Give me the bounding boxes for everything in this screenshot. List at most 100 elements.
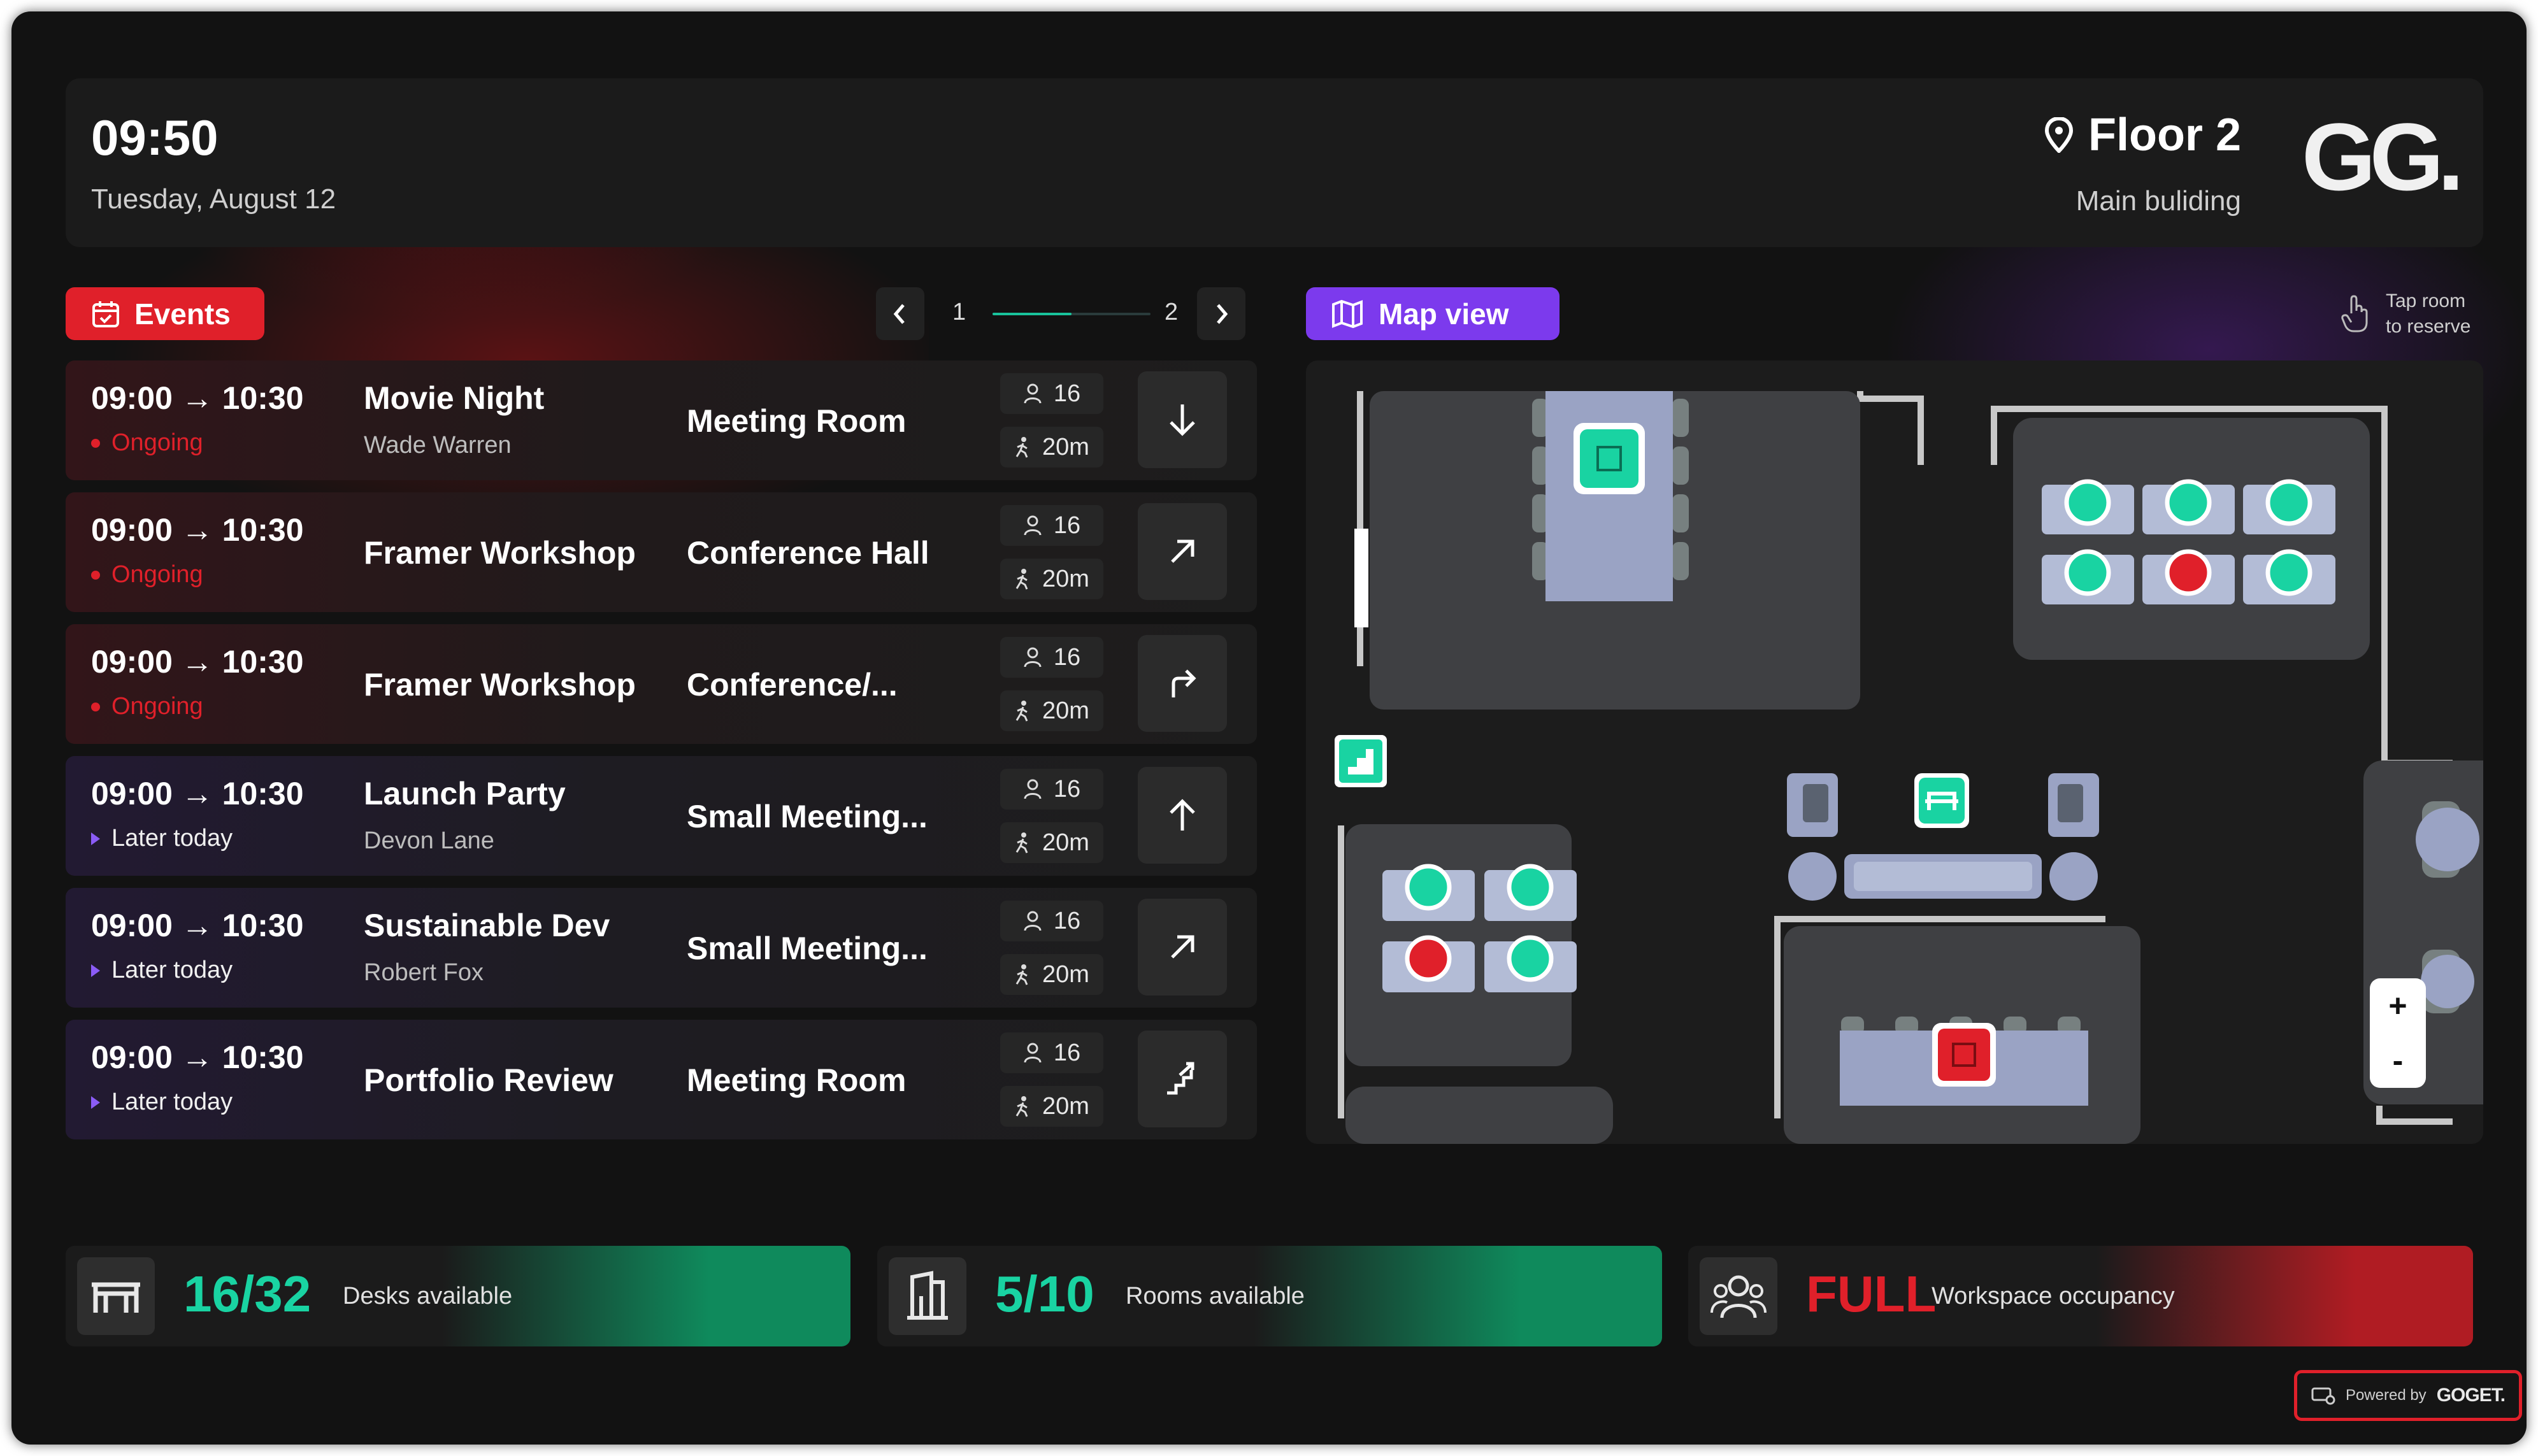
walking-icon [1015,701,1028,722]
event-row[interactable]: 09:00 → 10:30 Ongoing Movie Night Wade W… [66,360,1257,480]
status-triangle-icon [91,964,100,977]
pager-total-pages: 2 [1165,299,1179,325]
event-time: 09:00 → 10:30 [91,776,304,811]
event-status-label: Ongoing [111,693,203,720]
event-status-label: Ongoing [111,561,203,588]
event-host: Wade Warren [364,432,512,459]
event-title: Launch Party [364,776,566,811]
directions-button[interactable] [1138,767,1227,864]
event-status-label: Later today [111,1088,233,1115]
event-capacity-value: 16 [1053,511,1081,539]
chevron-left-icon [893,303,905,324]
previous-page-button[interactable] [876,287,924,340]
event-capacity: 16 [1000,1032,1103,1073]
event-time: 09:00 → 10:30 [91,380,304,416]
event-row[interactable]: 09:00 → 10:30 Later today Launch Party D… [66,756,1257,876]
directions-button[interactable] [1138,899,1227,996]
directions-button[interactable] [1138,371,1227,468]
arrow-up-right-icon [1171,935,1194,959]
status-dot-icon [91,702,100,711]
desks-available-value: 16/32 [183,1266,312,1322]
lounge-area[interactable] [1787,773,2099,901]
building-name: Main buliding [2076,185,2241,217]
event-walk-value: 20m [1042,1092,1089,1120]
event-host: Robert Fox [364,959,484,986]
map-view-tab[interactable]: Map view [1306,287,1559,340]
floor-map[interactable]: + - [1306,360,2483,1144]
workspace-occupancy-label: Workspace occupancy [1932,1283,2175,1310]
turn-right-icon [1172,669,1196,697]
people-icon [1700,1257,1777,1335]
arrow-up-right-icon [1171,539,1194,563]
status-dot-icon [91,570,100,580]
desk-icon [77,1257,155,1335]
chevron-right-icon [1217,303,1228,324]
tap-to-reserve-hint: Tap room to reserve [2340,289,2470,339]
header-bar: 09:50 Tuesday, August 12 Floor 2 Main bu… [66,78,2483,247]
directions-button[interactable] [1138,503,1227,600]
person-icon [1024,647,1042,667]
event-capacity-value: 16 [1053,1039,1081,1066]
person-icon [1024,779,1042,799]
tap-hint-line2: to reserve [2386,316,2471,337]
event-capacity-value: 16 [1053,907,1081,934]
zoom-out-button[interactable]: - [2370,1033,2426,1088]
desk-cluster-top[interactable] [2013,418,2370,660]
powered-by-badge[interactable]: Powered by GOGET. [2294,1370,2522,1421]
event-time: 09:00 → 10:30 [91,1039,304,1075]
event-walk-value: 20m [1042,697,1089,724]
event-status: Ongoing [91,429,203,457]
event-status: Ongoing [91,561,203,589]
hand-tap-icon [2341,295,2368,332]
event-capacity: 16 [1000,901,1103,941]
event-walk-time: 20m [1000,427,1103,467]
workspace-occupancy-stat: FULL Workspace occupancy [1688,1246,2473,1346]
arrow-up-icon [1170,799,1195,831]
current-date: Tuesday, August 12 [91,183,336,215]
event-status-label: Later today [111,825,233,852]
rooms-available-value: 5/10 [995,1266,1094,1322]
pager-progress-fill [993,313,1072,315]
arrow-down-icon [1170,404,1195,436]
stairs-up-icon [1167,1062,1194,1095]
event-row[interactable]: 09:00 → 10:30 Later today Sustainable De… [66,888,1257,1008]
map-view-tab-label: Map view [1379,297,1509,331]
floor-name: Floor 2 [2088,110,2241,161]
event-walk-time: 20m [1000,822,1103,863]
next-page-button[interactable] [1197,287,1245,340]
walking-icon [1015,569,1028,590]
event-status: Later today [91,1088,233,1116]
clock-time: 09:50 [91,110,219,166]
desks-available-label: Desks available [343,1283,513,1310]
event-capacity: 16 [1000,637,1103,678]
event-status-label: Later today [111,957,233,983]
event-status: Later today [91,957,233,984]
events-tab[interactable]: Events [66,287,264,340]
event-row[interactable]: 09:00 → 10:30 Ongoing Framer Workshop Co… [66,492,1257,612]
event-row[interactable]: 09:00 → 10:30 Ongoing Framer Workshop Co… [66,624,1257,744]
desk-cluster-bottom[interactable] [1345,824,1613,1144]
map-icon [1332,299,1363,328]
event-capacity-value: 16 [1053,380,1081,407]
tap-hint-text: Tap room to reserve [2386,289,2470,339]
event-row[interactable]: 09:00 → 10:30 Later today Portfolio Revi… [66,1020,1257,1139]
directions-button[interactable] [1138,635,1227,732]
event-title: Sustainable Dev [364,908,610,943]
rooms-available-stat: 5/10 Rooms available [877,1246,1662,1346]
kiosk-screen: 09:50 Tuesday, August 12 Floor 2 Main bu… [11,11,2527,1445]
event-capacity-value: 16 [1053,775,1081,803]
zoom-in-button[interactable]: + [2370,978,2426,1033]
event-time: 09:00 → 10:30 [91,908,304,943]
status-dot-icon [91,438,100,448]
event-room: Small Meeting... [687,799,928,834]
events-pager: 1 2 [876,287,1245,340]
room-meeting-top[interactable] [1370,391,1860,710]
event-room: Conference/... [687,667,898,703]
event-host: Devon Lane [364,827,494,854]
rooms-available-label: Rooms available [1126,1283,1305,1310]
directions-button[interactable] [1138,1031,1227,1127]
room-meeting-bottom[interactable] [1784,926,2140,1144]
stairs-marker [1335,735,1387,787]
walking-icon [1015,1096,1028,1117]
person-icon [1024,515,1042,536]
